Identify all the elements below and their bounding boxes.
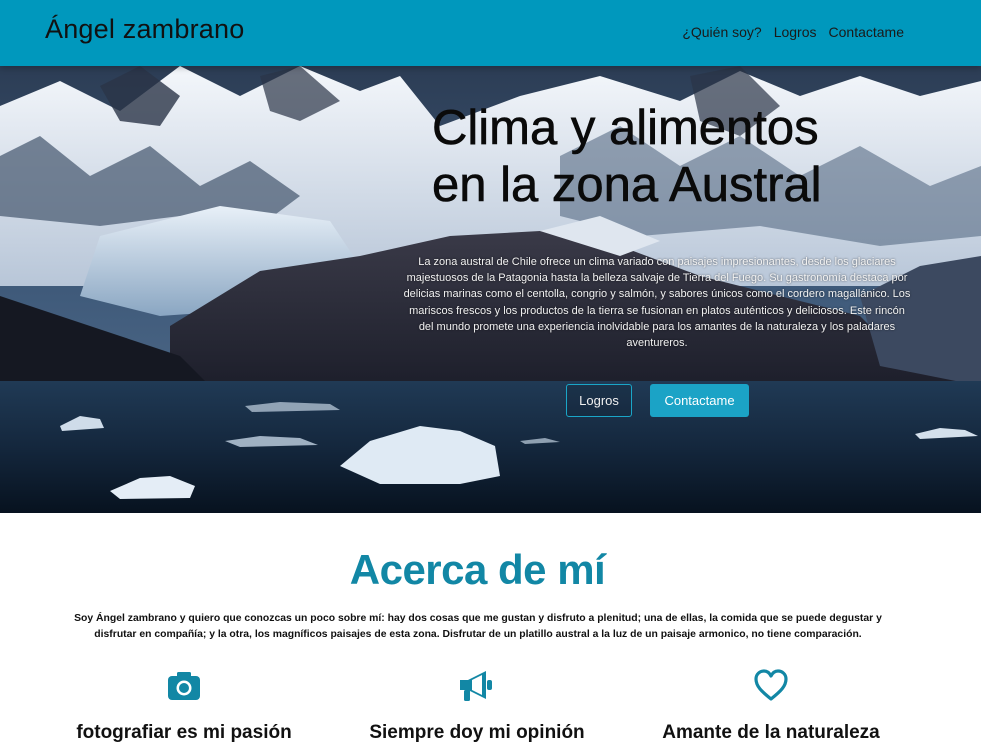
feature-nature: Amante de la naturaleza (641, 668, 901, 744)
hero-description: La zona austral de Chile ofrece un clima… (403, 256, 911, 350)
megaphone-icon (460, 671, 492, 701)
nav-link-quien-soy[interactable]: ¿Quién soy? (682, 24, 761, 40)
feature-title: Amante de la naturaleza (662, 722, 880, 743)
logros-button[interactable]: Logros (566, 384, 632, 417)
camera-icon (168, 672, 200, 700)
feature-title: fotografiar es mi pasión (76, 722, 292, 743)
hero-title: Clima y alimentos en la zona Austral (432, 100, 952, 214)
about-text: Soy Ángel zambrano y quiero que conozcas… (74, 613, 882, 640)
hero-title-line1: Clima y alimentos (432, 101, 819, 156)
brand-logo[interactable]: Ángel zambrano (45, 14, 244, 45)
feature-title: Siempre doy mi opinión (369, 722, 585, 743)
feature-photography: fotografiar es mi pasión (54, 668, 314, 744)
feature-opinion: Siempre doy mi opinión (347, 668, 607, 744)
nav-links: ¿Quién soy? Logros Contactame (682, 24, 904, 40)
contactame-button[interactable]: Contactame (650, 384, 749, 417)
navbar: Ángel zambrano ¿Quién soy? Logros Contac… (0, 0, 981, 66)
hero-title-line2: en la zona Austral (432, 158, 822, 213)
nav-link-contactame[interactable]: Contactame (829, 24, 904, 40)
about-title: Acerca de mí (349, 546, 606, 593)
heart-icon (754, 669, 788, 701)
hero-section: Clima y alimentos en la zona Austral La … (0, 66, 981, 513)
nav-link-logros[interactable]: Logros (774, 24, 817, 40)
